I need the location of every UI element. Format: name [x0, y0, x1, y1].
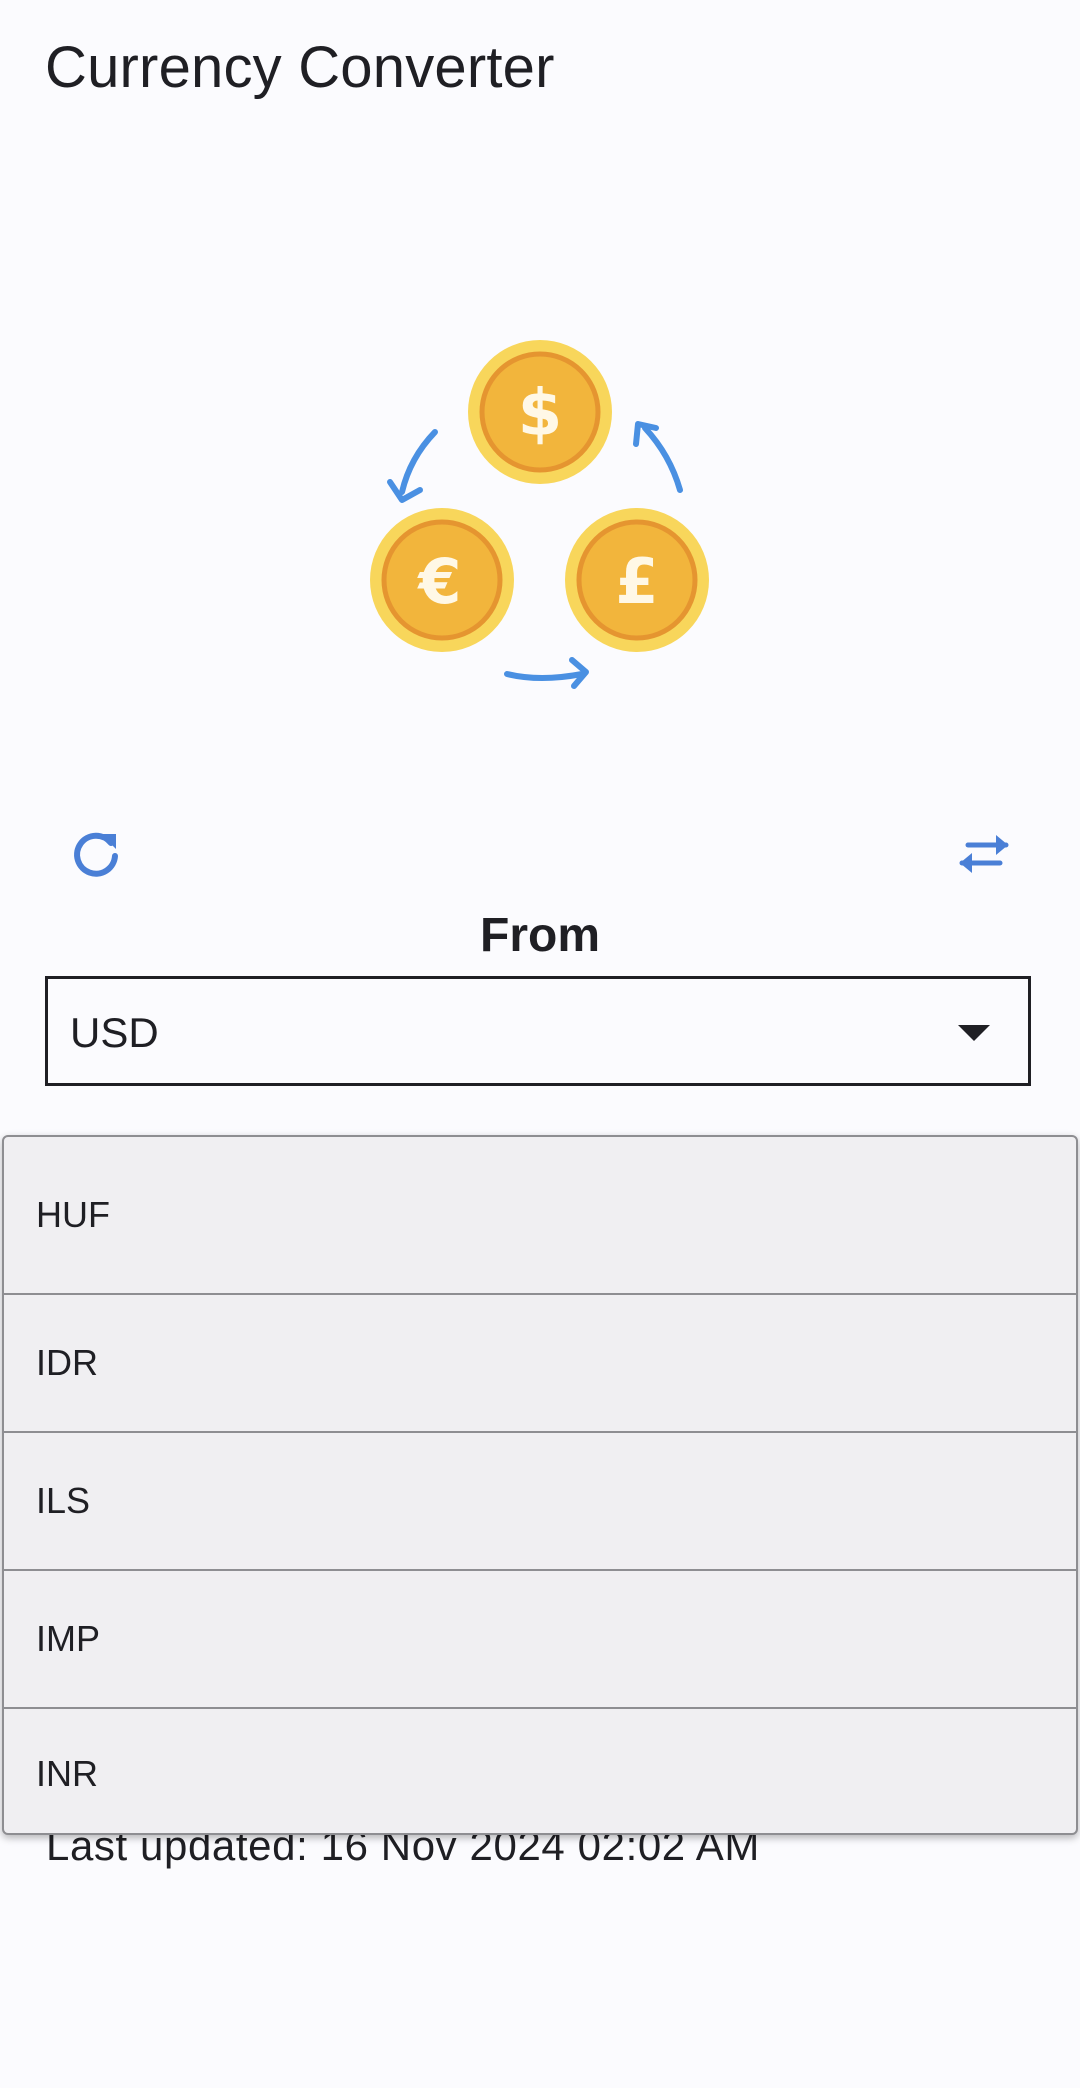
dropdown-option-ils[interactable]: ILS [4, 1433, 1076, 1571]
currency-exchange-coins-icon: $ € £ [360, 330, 720, 700]
dropdown-option-label: IDR [36, 1342, 98, 1383]
swap-arrows-icon [956, 826, 1012, 887]
from-label: From [480, 909, 600, 962]
euro-coin-icon: € [370, 508, 514, 652]
currency-dropdown-menu[interactable]: HUF IDR ILS IMP INR [2, 1135, 1078, 1835]
from-currency-value: USD [70, 1009, 159, 1056]
svg-text:£: £ [615, 545, 658, 618]
dropdown-option-label: IMP [36, 1618, 101, 1659]
dropdown-option-huf[interactable]: HUF [4, 1137, 1076, 1295]
dropdown-option-label: HUF [36, 1194, 110, 1235]
dropdown-option-label: INR [36, 1753, 98, 1794]
chevron-down-icon [958, 1025, 990, 1041]
dollar-coin-icon: $ [468, 340, 612, 484]
app-title: Currency Converter [45, 35, 555, 100]
refresh-icon [68, 826, 124, 887]
dropdown-option-imp[interactable]: IMP [4, 1571, 1076, 1709]
pound-coin-icon: £ [565, 508, 709, 652]
swap-currencies-button[interactable] [944, 816, 1024, 896]
refresh-button[interactable] [56, 816, 136, 896]
dropdown-option-label: ILS [36, 1480, 91, 1521]
dropdown-option-inr[interactable]: INR [4, 1709, 1076, 1833]
svg-text:€: € [416, 545, 461, 618]
from-currency-select[interactable]: USD [45, 976, 1031, 1086]
dropdown-option-idr[interactable]: IDR [4, 1295, 1076, 1433]
svg-text:$: $ [518, 377, 563, 451]
